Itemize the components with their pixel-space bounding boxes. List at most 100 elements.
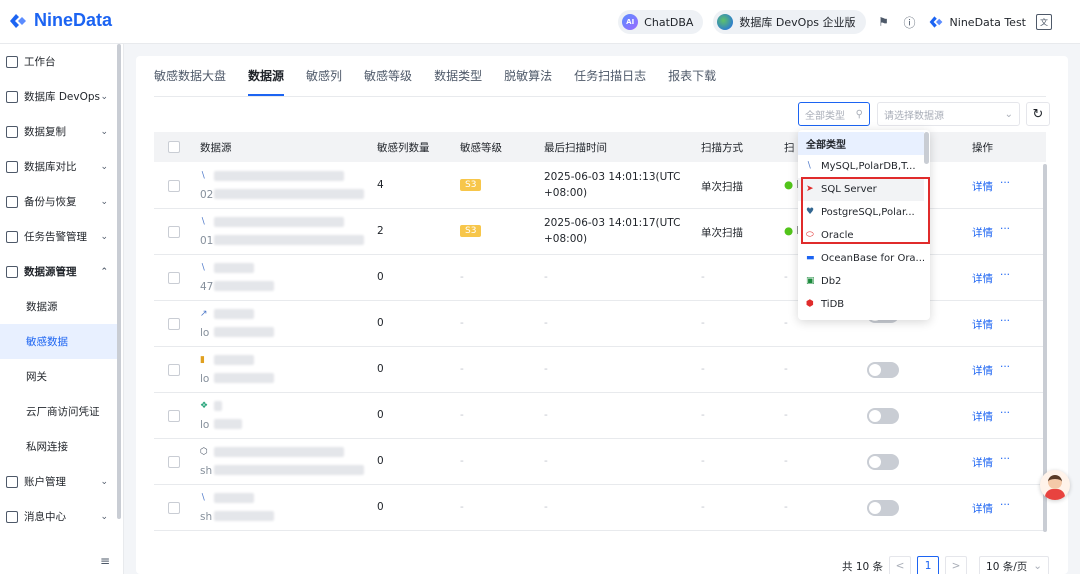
tab-sensitive-levels[interactable]: 敏感等级 [364, 66, 412, 96]
detail-link[interactable]: 详情 [972, 179, 993, 194]
page-size-select[interactable]: 10 条/页 ⌄ [979, 556, 1050, 574]
tab-data-types[interactable]: 数据类型 [434, 66, 482, 96]
tab-scan-logs[interactable]: 任务扫描日志 [574, 66, 646, 96]
chevron-down-icon: ⌄ [1033, 560, 1043, 572]
datasource-type-icon: ▮ [200, 355, 205, 365]
datasource-id: lo [200, 419, 210, 431]
tab-sensitive-columns[interactable]: 敏感列 [306, 66, 342, 96]
row-checkbox[interactable] [168, 456, 180, 468]
more-actions-icon[interactable]: ··· [1000, 223, 1010, 235]
sidebar-item-workbench[interactable]: 工作台 [0, 44, 120, 79]
sidebar-subitem-gateway[interactable]: 网关 [0, 359, 120, 394]
help-icon[interactable]: ⓘ [902, 14, 918, 30]
tab-report-download[interactable]: 报表下载 [668, 66, 716, 96]
language-icon[interactable]: 文 [1036, 14, 1052, 30]
enable-toggle[interactable] [867, 362, 899, 378]
backup-icon [6, 195, 18, 208]
scan-time: - [544, 409, 548, 421]
sidebar-subitem-cloud-credentials[interactable]: 云厂商访问凭证 [0, 394, 120, 429]
more-actions-icon[interactable]: ··· [1000, 315, 1010, 327]
tab-datasource[interactable]: 数据源 [248, 66, 285, 96]
refresh-button[interactable]: ↻ [1026, 102, 1050, 126]
table-row[interactable]: ⬡ sh 0 - - - - 详情 ··· [154, 439, 1046, 485]
sidebar-subitem-datasource[interactable]: 数据源 [0, 289, 120, 324]
dropdown-option-all[interactable]: 全部类型 [798, 132, 924, 155]
page-button[interactable]: 1 [917, 556, 940, 574]
bell-icon[interactable]: ⚑ [876, 14, 892, 30]
table-row[interactable]: ▮ lo 0 - - - - 详情 ··· [154, 347, 1046, 393]
table-row[interactable]: ❖ lo 0 - - - - 详情 ··· [154, 393, 1046, 439]
globe-icon [717, 14, 734, 30]
chatdba-button[interactable]: AI ChatDBA [618, 10, 704, 34]
more-actions-icon[interactable]: ··· [1000, 407, 1010, 419]
datasource-id: lo [200, 373, 210, 385]
sidebar-item-datasource-management[interactable]: 数据源管理 ⌃ [0, 254, 120, 289]
sidebar-item-label: 任务告警管理 [24, 231, 87, 243]
row-checkbox[interactable] [168, 180, 180, 192]
collapse-sidebar-icon[interactable]: ≡ [100, 554, 110, 568]
more-actions-icon[interactable]: ··· [1000, 361, 1010, 373]
tab-dashboard[interactable]: 敏感数据大盘 [154, 66, 226, 96]
tab-masking-algorithms[interactable]: 脱敏算法 [504, 66, 552, 96]
masked-datasource-name [214, 493, 254, 503]
detail-link[interactable]: 详情 [972, 501, 993, 516]
sensitive-count: 0 [377, 455, 384, 467]
row-checkbox[interactable] [168, 502, 180, 514]
detail-link[interactable]: 详情 [972, 409, 993, 424]
sidebar-subitem-private-link[interactable]: 私网连接 [0, 429, 120, 464]
enable-toggle[interactable] [867, 500, 899, 516]
next-page-button[interactable]: > [945, 556, 968, 574]
sidebar-item-replication[interactable]: 数据复制 ⌄ [0, 114, 120, 149]
scan-mode: - [701, 501, 705, 513]
logo[interactable]: NineData [8, 10, 112, 31]
select-all-checkbox[interactable] [168, 141, 180, 153]
sidebar-scrollbar[interactable] [117, 44, 121, 519]
detail-link[interactable]: 详情 [972, 363, 993, 378]
datasource-type-icon: ❖ [200, 401, 209, 411]
row-checkbox[interactable] [168, 272, 180, 284]
sidebar-item-backup[interactable]: 备份与恢复 ⌄ [0, 184, 120, 219]
row-checkbox[interactable] [168, 318, 180, 330]
more-actions-icon[interactable]: ··· [1000, 177, 1010, 189]
dropdown-scrollbar[interactable] [924, 132, 929, 164]
dropdown-option-oceanbase[interactable]: ▬ OceanBase for Ora... [798, 247, 924, 270]
detail-link[interactable]: 详情 [972, 225, 993, 240]
sidebar-item-alarm[interactable]: 任务告警管理 ⌄ [0, 219, 120, 254]
dropdown-option-db2[interactable]: ▣ Db2 [798, 270, 924, 293]
scan-mode: - [701, 455, 705, 467]
level-empty: - [460, 271, 464, 283]
sidebar-item-devops[interactable]: 数据库 DevOps ⌄ [0, 79, 120, 114]
enable-toggle[interactable] [867, 408, 899, 424]
sidebar-item-messages[interactable]: 消息中心 ⌄ [0, 499, 120, 534]
pagination: 共 10 条 < 1 > 10 条/页 ⌄ [842, 556, 1050, 574]
dropdown-option-mysql[interactable]: ∖ MySQL,PolarDB,T... [798, 155, 924, 178]
chevron-down-icon: ⌄ [100, 477, 108, 487]
edition-button[interactable]: 数据库 DevOps 企业版 [713, 10, 866, 34]
detail-link[interactable]: 详情 [972, 271, 993, 286]
scan-time: - [544, 501, 548, 513]
chevron-down-icon: ⌄ [100, 92, 108, 102]
user-menu[interactable]: NineData Test [928, 14, 1026, 30]
enable-toggle[interactable] [867, 454, 899, 470]
sidebar-subitem-sensitive-data[interactable]: 敏感数据 [0, 324, 120, 359]
detail-link[interactable]: 详情 [972, 317, 993, 332]
datasource-type-icon: ⬡ [200, 447, 208, 457]
row-checkbox[interactable] [168, 410, 180, 422]
dropdown-option-tidb[interactable]: ⬢ TiDB [798, 293, 924, 316]
prev-page-button[interactable]: < [889, 556, 912, 574]
row-checkbox[interactable] [168, 226, 180, 238]
tidb-icon: ⬢ [806, 299, 814, 309]
datasource-filter-select[interactable]: 请选择数据源 ⌄ [877, 102, 1020, 126]
assistant-avatar-icon[interactable] [1040, 470, 1070, 500]
masked-datasource-name [214, 401, 222, 411]
detail-link[interactable]: 详情 [972, 455, 993, 470]
more-actions-icon[interactable]: ··· [1000, 269, 1010, 281]
sidebar-item-account[interactable]: 账户管理 ⌄ [0, 464, 120, 499]
row-checkbox[interactable] [168, 364, 180, 376]
masked-datasource-name [214, 309, 254, 319]
more-actions-icon[interactable]: ··· [1000, 499, 1010, 511]
type-filter-select[interactable]: 全部类型 ⚲ [798, 102, 870, 126]
more-actions-icon[interactable]: ··· [1000, 453, 1010, 465]
table-row[interactable]: ∖ sh 0 - - - - 详情 ··· [154, 485, 1046, 531]
sidebar-item-compare[interactable]: 数据库对比 ⌄ [0, 149, 120, 184]
